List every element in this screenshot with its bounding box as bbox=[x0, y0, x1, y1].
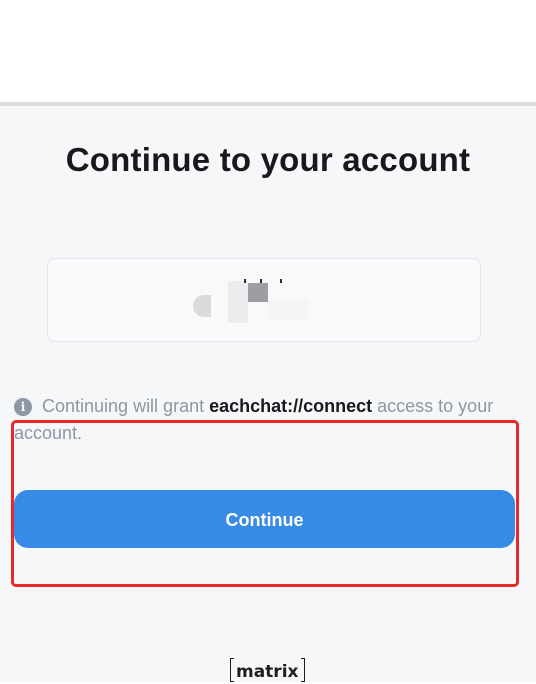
info-icon: i bbox=[14, 398, 32, 416]
logo-text: matrix bbox=[236, 662, 299, 682]
notice-app-name: eachchat://connect bbox=[209, 396, 373, 416]
continue-button[interactable]: Continue bbox=[14, 490, 515, 548]
username-blur bbox=[280, 279, 282, 283]
user-avatar bbox=[193, 295, 211, 317]
notice-prefix: Continuing will grant bbox=[42, 396, 210, 416]
username-blur bbox=[244, 279, 246, 283]
username-blur bbox=[228, 281, 248, 323]
username-blur bbox=[260, 279, 262, 283]
username-blur bbox=[268, 299, 308, 319]
matrix-logo: matrix bbox=[230, 658, 305, 682]
username-blur bbox=[248, 283, 268, 302]
top-bar bbox=[0, 0, 536, 102]
page-title: Continue to your account bbox=[65, 141, 471, 178]
account-card bbox=[47, 258, 481, 342]
logo-bracket-right bbox=[300, 658, 305, 682]
logo-bracket-left bbox=[230, 658, 234, 682]
